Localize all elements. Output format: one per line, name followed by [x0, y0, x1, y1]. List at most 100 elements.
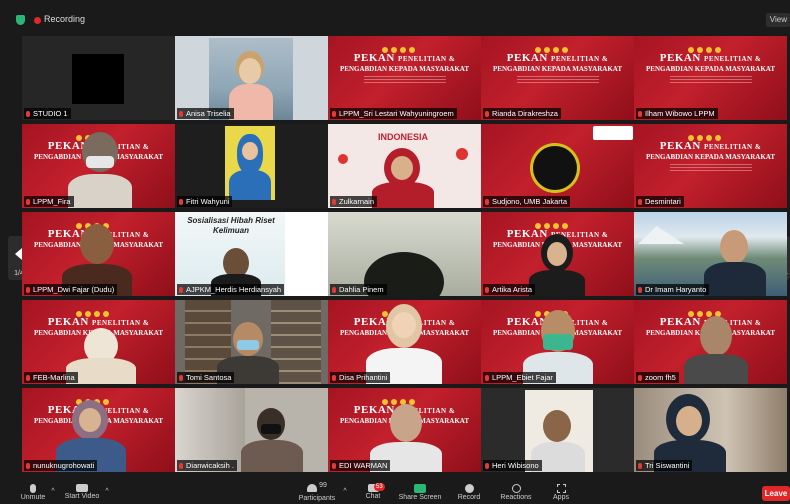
participant-name: Dr Imam Haryanto — [636, 284, 710, 295]
video-tile[interactable]: Fitri Wahyuni — [175, 124, 328, 208]
participant-name: LPPM_Fira — [24, 196, 74, 207]
video-tile[interactable]: Sosialisasi Hibah Riset Kelimuan AJPKM_H… — [175, 212, 328, 296]
participant-name: zoom fh5 — [636, 372, 679, 383]
muted-mic-icon — [179, 375, 183, 381]
muted-mic-icon — [638, 199, 642, 205]
participant-name: Artika Arista — [483, 284, 536, 295]
participant-name: LPPM_Ebiet Fajar — [483, 372, 556, 383]
video-tile[interactable]: PEKAN PENELITIAN &PENGABDIAN KEPADA MASY… — [634, 36, 787, 120]
muted-mic-icon — [26, 199, 30, 205]
participants-label: Participants — [298, 495, 336, 502]
muted-mic-icon — [638, 375, 642, 381]
participant-body — [241, 440, 303, 472]
participant-avatar — [700, 316, 732, 356]
muted-mic-icon — [26, 111, 30, 117]
participant-body — [229, 170, 271, 200]
view-button[interactable]: View — [766, 13, 790, 27]
participant-name: Tri Siswantini — [636, 460, 693, 471]
muted-mic-icon — [485, 287, 489, 293]
audio-options-caret[interactable]: ^ — [48, 488, 58, 495]
participants-icon — [307, 484, 318, 492]
participant-name: EDI WARMAN — [330, 460, 391, 471]
video-tile[interactable]: PEKAN PENELITIAN &PENGABDIAN KEPADA MASY… — [328, 388, 481, 472]
video-options-caret[interactable]: ^ — [102, 488, 112, 495]
video-tile[interactable]: Tomi Santosa — [175, 300, 328, 384]
video-tile[interactable]: Tri Siswantini — [634, 388, 787, 472]
share-screen-icon — [414, 484, 426, 493]
recording-dot-icon — [34, 17, 41, 24]
participants-button[interactable]: 99 Participants — [296, 482, 338, 502]
slide-panel — [285, 212, 328, 296]
participant-name: Anisa Triselia — [177, 108, 234, 119]
video-tile[interactable]: Anisa Triselia — [175, 36, 328, 120]
video-tile[interactable]: Sudjono, UMB Jakarta — [481, 124, 634, 208]
participant-name: STUDIO 1 — [24, 108, 71, 119]
video-tile[interactable]: INDONESIA Zulkarnain — [328, 124, 481, 208]
face-mask — [237, 340, 259, 350]
slide-title: Sosialisasi Hibah Riset Kelimuan — [187, 216, 275, 235]
participant-name: Heri Wibisono — [483, 460, 542, 471]
video-tile[interactable]: STUDIO 1 — [22, 36, 175, 120]
video-tile[interactable]: Dahlia Pinem — [328, 212, 481, 296]
muted-mic-icon — [638, 463, 642, 469]
participant-name: Rianda Dirakreshza — [483, 108, 561, 119]
participant-avatar — [80, 224, 114, 264]
share-screen-label: Share Screen — [398, 494, 442, 501]
video-tile[interactable]: PEKAN PENELITIAN &PENGABDIAN KEPADA MASY… — [22, 124, 175, 208]
unmute-button[interactable]: Unmute — [18, 482, 48, 501]
participant-face — [391, 156, 413, 180]
reactions-label: Reactions — [500, 494, 532, 501]
reactions-smiley-icon — [511, 484, 521, 493]
share-screen-button[interactable]: Share Screen — [398, 482, 442, 501]
start-video-button[interactable]: Start Video — [62, 482, 102, 500]
participant-body — [372, 182, 434, 208]
video-tile[interactable]: PEKAN PENELITIAN &PENGABDIAN KEPADA MASY… — [481, 36, 634, 120]
participant-name: Zulkarnain — [330, 196, 378, 207]
video-tile[interactable]: PEKAN PENELITIAN &PENGABDIAN KEPADA MASY… — [634, 124, 787, 208]
video-tile[interactable]: PEKAN PENELITIAN &PENGABDIAN KEPADA MASY… — [634, 300, 787, 384]
video-tile[interactable]: Dr Imam Haryanto — [634, 212, 787, 296]
video-off-placeholder — [72, 54, 124, 104]
participant-name: Ilham Wibowo LPPM — [636, 108, 718, 119]
security-shield-icon[interactable] — [16, 15, 25, 25]
video-tile[interactable]: PEKAN PENELITIAN &PENGABDIAN KEPADA MASY… — [22, 388, 175, 472]
muted-mic-icon — [179, 199, 183, 205]
record-icon — [464, 484, 474, 493]
recording-label: Recording — [44, 14, 86, 24]
meeting-toolbar: Unmute ^ Start Video ^ 99 Participants ^… — [0, 482, 790, 504]
participant-avatar — [233, 322, 263, 356]
top-bar: Recording View — [0, 0, 790, 34]
participant-face — [392, 312, 416, 338]
participant-name: AJPKM_Herdis Herdiansyah — [177, 284, 285, 295]
participant-name: Desmintari — [636, 196, 684, 207]
reactions-button[interactable]: Reactions — [498, 482, 534, 501]
video-tile[interactable]: Heri Wibisono — [481, 388, 634, 472]
muted-mic-icon — [485, 375, 489, 381]
muted-mic-icon — [332, 111, 336, 117]
video-tile[interactable]: PEKAN PENELITIAN &PENGABDIAN KEPADA MASY… — [481, 212, 634, 296]
video-tile[interactable]: PEKAN PENELITIAN &PENGABDIAN KEPADA MASY… — [22, 212, 175, 296]
record-button[interactable]: Record — [454, 482, 484, 501]
chat-unread-badge: 53 — [374, 483, 385, 491]
muted-mic-icon — [638, 111, 642, 117]
video-tile[interactable]: PEKAN PENELITIAN &PENGABDIAN KEPADA MASY… — [22, 300, 175, 384]
participant-body — [704, 262, 766, 296]
leave-button[interactable]: Leave — [762, 486, 790, 501]
muted-mic-icon — [26, 375, 30, 381]
face-mask — [543, 334, 573, 350]
record-label: Record — [457, 494, 481, 501]
video-tile[interactable]: Dianwicaksih . — [175, 388, 328, 472]
participant-avatar — [390, 404, 422, 442]
participants-options-caret[interactable]: ^ — [340, 488, 350, 495]
emblem-logo — [533, 146, 577, 190]
chat-button[interactable]: 53 Chat — [360, 482, 386, 500]
apps-button[interactable]: Apps — [548, 482, 574, 501]
video-tile-active-speaker[interactable]: PEKAN PENELITIAN &PENGABDIAN KEPADA MASY… — [328, 300, 481, 384]
muted-mic-icon — [485, 199, 489, 205]
participant-name: FEB-Marlina — [24, 372, 78, 383]
video-tile[interactable]: PEKAN PENELITIAN &PENGABDIAN KEPADA MASY… — [328, 36, 481, 120]
muted-mic-icon — [332, 375, 336, 381]
participant-name: Dahlia Pinem — [330, 284, 387, 295]
chevron-left-icon — [15, 248, 22, 260]
video-tile[interactable]: PEKAN PENELITIAN &PENGABDIAN KEPADA MASY… — [481, 300, 634, 384]
